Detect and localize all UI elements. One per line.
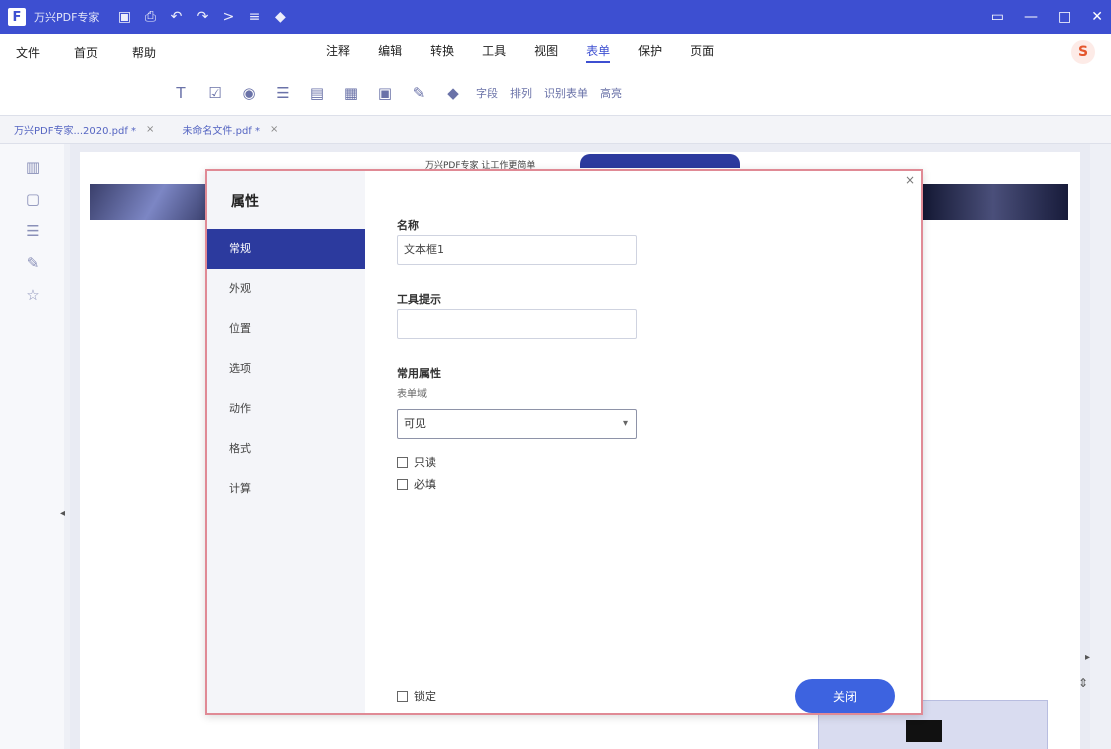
restore-icon[interactable]: ▭ [991, 9, 1004, 25]
collapse-right-icon[interactable]: ▸ [1085, 652, 1090, 663]
menu-page[interactable]: 页面 [690, 42, 714, 63]
common-properties-label: 常用属性 [397, 367, 441, 380]
nav-actions[interactable]: 动作 [207, 389, 365, 429]
name-field[interactable]: 文本框1 [397, 235, 637, 265]
checkbox[interactable] [397, 478, 408, 490]
doc-tab-label: 未命名文件.pdf * [182, 126, 261, 137]
window-controls: ▭ — □ ✕ [991, 0, 1103, 34]
comment-icon[interactable]: ✎ [24, 254, 42, 272]
text-field-icon[interactable]: T [170, 82, 192, 104]
checkbox-icon[interactable]: ☑ [204, 82, 226, 104]
dialog-content: 名称 文本框1 工具提示 常用属性 表单域 可见 ▾ 只读 必填 锁定 [397, 171, 907, 711]
menu-tools[interactable]: 工具 [482, 42, 506, 63]
toolbar-recognize-form[interactable]: 识别表单 [544, 85, 588, 101]
layers-icon[interactable]: ☰ [24, 222, 42, 240]
locked-checkbox[interactable]: 锁定 [397, 688, 436, 704]
left-sidebar: ▥ ▢ ☰ ✎ ☆ [0, 144, 64, 749]
form-field-value: 可见 [404, 417, 426, 430]
document-tabs: 万兴PDF专家...2020.pdf * × 未命名文件.pdf * × [0, 116, 1111, 144]
tooltip-field[interactable] [397, 309, 637, 339]
locked-label: 锁定 [414, 690, 436, 703]
page-banner [580, 154, 740, 168]
dropdown-icon[interactable]: ▤ [306, 82, 328, 104]
tooltip-label: 工具提示 [397, 293, 441, 306]
menu-left: 文件 首页 帮助 [16, 44, 156, 61]
readonly-label: 只读 [414, 456, 436, 469]
nav-general[interactable]: 常规 [207, 229, 365, 269]
title-bar: F 万兴PDF专家 ▣ ⎙ ↶ ↷ > ≡ ◆ ▭ — □ ✕ [0, 0, 1111, 34]
form-toolbar: T ☑ ◉ ☰ ▤ ▦ ▣ ✎ ◆ 字段 排列 识别表单 高亮 [0, 70, 1111, 116]
close-icon[interactable]: × [270, 124, 278, 135]
nav-options[interactable]: 选项 [207, 349, 365, 389]
toolbar-fields[interactable]: 字段 [476, 85, 498, 101]
maximize-icon[interactable]: □ [1058, 9, 1071, 25]
print-icon[interactable]: ⎙ [143, 9, 157, 25]
toolbar-highlight[interactable]: 高亮 [600, 85, 622, 101]
collapse-left-icon[interactable]: ◂ [60, 508, 65, 519]
required-label: 必填 [414, 478, 436, 491]
menu-protect[interactable]: 保护 [638, 42, 662, 63]
app-logo: F [8, 8, 26, 26]
toolbar-tools: T ☑ ◉ ☰ ▤ ▦ ▣ ✎ ◆ 字段 排列 识别表单 高亮 [170, 82, 622, 104]
menu-file[interactable]: 文件 [16, 44, 40, 61]
menu-home[interactable]: 首页 [74, 44, 98, 61]
dialog-nav: 常规 外观 位置 选项 动作 格式 计算 [207, 229, 365, 509]
doc-tab[interactable]: 未命名文件.pdf * × [168, 122, 292, 137]
page-image [906, 720, 942, 742]
menu-help[interactable]: 帮助 [132, 44, 156, 61]
button-icon[interactable]: ▦ [340, 82, 362, 104]
radio-icon[interactable]: ◉ [238, 82, 260, 104]
page-image [918, 184, 1068, 220]
checkbox[interactable] [397, 456, 408, 468]
share-icon[interactable]: > [221, 9, 235, 25]
chevron-down-icon: ▾ [622, 418, 628, 429]
form-field-select[interactable]: 可见 ▾ [397, 409, 637, 439]
nav-calculate[interactable]: 计算 [207, 469, 365, 509]
properties-dialog: 属性 常规 外观 位置 选项 动作 格式 计算 × 名称 文本框1 工具提示 常… [205, 169, 923, 715]
pin-icon[interactable]: ◆ [273, 9, 287, 25]
required-checkbox[interactable]: 必填 [397, 476, 436, 492]
quick-access-toolbar: ▣ ⎙ ↶ ↷ > ≡ ◆ [117, 9, 287, 25]
menu-view[interactable]: 视图 [534, 42, 558, 63]
checkbox[interactable] [397, 690, 408, 702]
thumbnail-icon[interactable]: ▥ [24, 158, 42, 176]
signature-icon[interactable]: ✎ [408, 82, 430, 104]
menu-comment[interactable]: 注释 [326, 42, 350, 63]
doc-tab-label: 万兴PDF专家...2020.pdf * [14, 126, 137, 137]
attachment-icon[interactable]: ☆ [24, 286, 42, 304]
menu-icon[interactable]: ≡ [247, 9, 261, 25]
menu-edit[interactable]: 编辑 [378, 42, 402, 63]
avatar[interactable]: S [1071, 40, 1095, 64]
nav-format[interactable]: 格式 [207, 429, 365, 469]
save-icon[interactable]: ▣ [117, 9, 131, 25]
close-button[interactable]: 关闭 [795, 679, 895, 713]
dialog-title: 属性 [231, 194, 259, 210]
minimize-icon[interactable]: — [1024, 9, 1038, 25]
menu-bar: 文件 首页 帮助 注释 编辑 转换 工具 视图 表单 保护 页面 S [0, 34, 1111, 70]
toolbar-arrange[interactable]: 排列 [510, 85, 532, 101]
arrow-icon[interactable]: ◆ [442, 82, 464, 104]
scroll-icon[interactable]: ⇕ [1078, 676, 1088, 690]
nav-position[interactable]: 位置 [207, 309, 365, 349]
nav-appearance[interactable]: 外观 [207, 269, 365, 309]
menu-form[interactable]: 表单 [586, 42, 611, 63]
app-title: 万兴PDF专家 [34, 11, 100, 24]
dialog-sidebar: 属性 常规 外观 位置 选项 动作 格式 计算 [207, 171, 365, 713]
page-image [90, 184, 220, 220]
doc-tab[interactable]: 万兴PDF专家...2020.pdf * × [0, 122, 168, 137]
undo-icon[interactable]: ↶ [169, 9, 183, 25]
redo-icon[interactable]: ↷ [195, 9, 209, 25]
form-field-label: 表单域 [397, 389, 427, 400]
list-icon[interactable]: ☰ [272, 82, 294, 104]
menu-convert[interactable]: 转换 [430, 42, 454, 63]
bookmark-icon[interactable]: ▢ [24, 190, 42, 208]
menu-center: 注释 编辑 转换 工具 视图 表单 保护 页面 [326, 42, 714, 63]
close-icon[interactable]: ✕ [1091, 9, 1103, 25]
readonly-checkbox[interactable]: 只读 [397, 454, 436, 470]
name-label: 名称 [397, 219, 419, 232]
image-field-icon[interactable]: ▣ [374, 82, 396, 104]
close-icon[interactable]: × [146, 124, 154, 135]
